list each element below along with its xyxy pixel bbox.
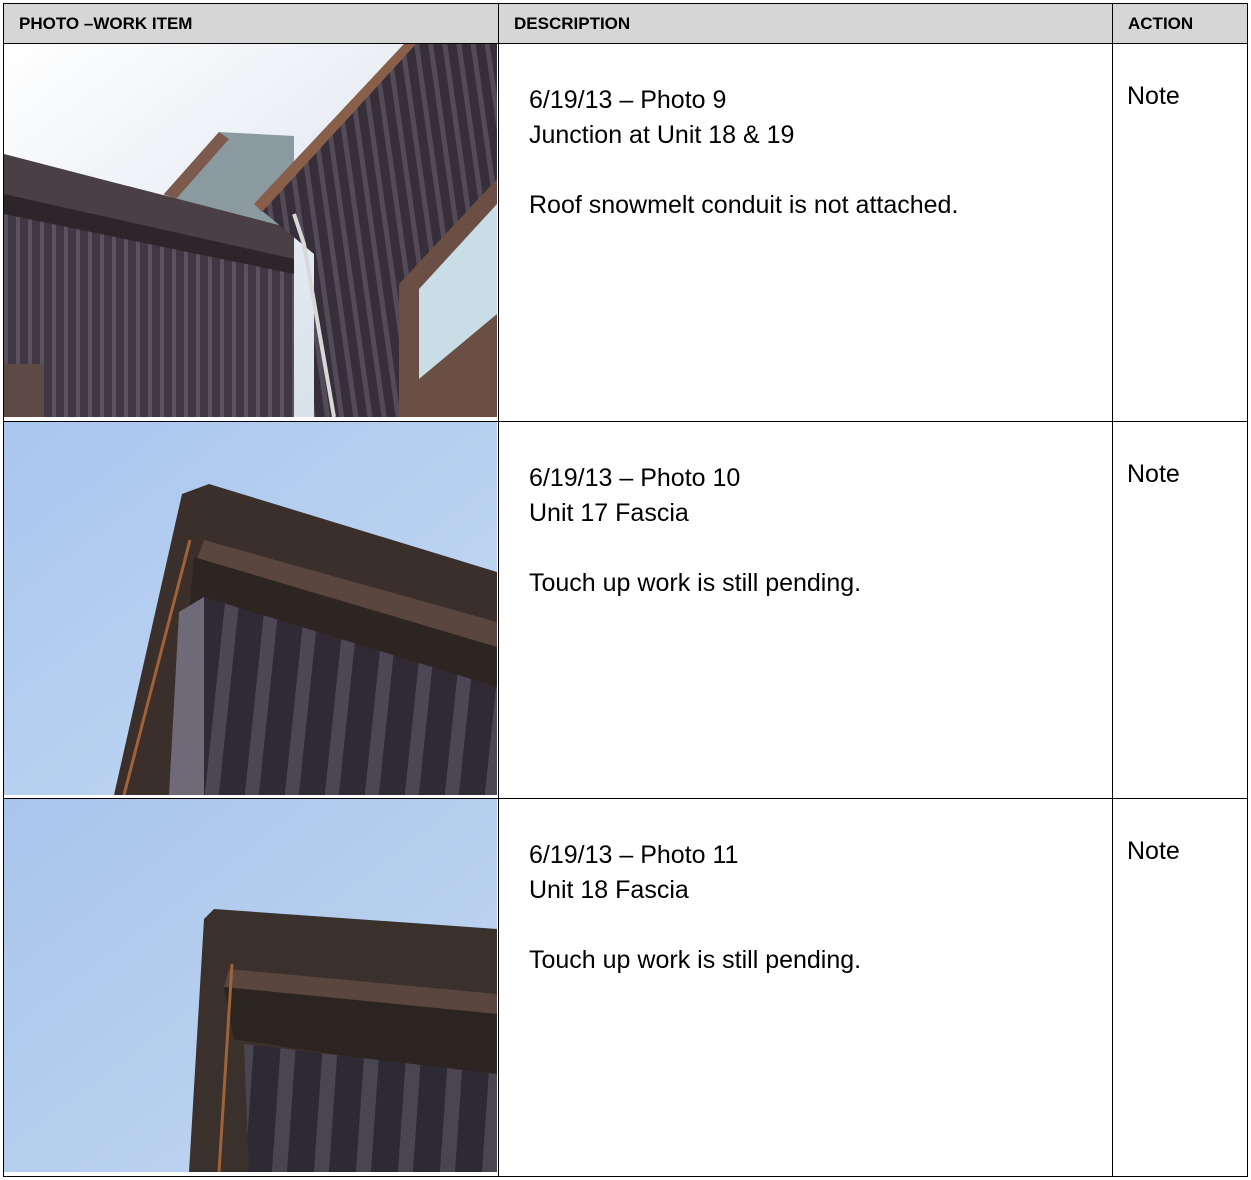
description-cell: 6/19/13 – Photo 10 Unit 17 Fascia Touch … <box>498 420 1113 800</box>
photo-11 <box>3 798 499 1177</box>
action-cell: Note <box>1112 798 1248 1177</box>
photo-10 <box>3 420 499 800</box>
header-action: ACTION <box>1112 2 1248 45</box>
inspection-table: PHOTO –WORK ITEM DESCRIPTION ACTION 6/19… <box>3 2 1248 1177</box>
header-photo: PHOTO –WORK ITEM <box>3 2 499 45</box>
photo-11-image <box>4 799 497 1173</box>
photo-label: 6/19/13 – Photo 10 <box>529 463 741 492</box>
description-cell: 6/19/13 – Photo 9 Junction at Unit 18 & … <box>498 43 1113 422</box>
photo-9-image <box>4 44 497 418</box>
photo-label: 6/19/13 – Photo 11 <box>529 841 739 870</box>
location-label: Junction at Unit 18 & 19 <box>529 121 795 150</box>
note-text: Touch up work is still pending. <box>529 946 862 975</box>
header-description: DESCRIPTION <box>498 2 1113 45</box>
table-row: 6/19/13 – Photo 9 Junction at Unit 18 & … <box>3 43 1248 422</box>
location-label: Unit 17 Fascia <box>529 498 689 527</box>
action-cell: Note <box>1112 43 1248 422</box>
photo-label: 6/19/13 – Photo 9 <box>529 86 727 115</box>
table-row: 6/19/13 – Photo 10 Unit 17 Fascia Touch … <box>3 420 1248 800</box>
photo-9 <box>3 43 499 422</box>
photo-10-image <box>4 422 497 795</box>
action-cell: Note <box>1112 420 1248 800</box>
note-text: Roof snowmelt conduit is not attached. <box>529 191 959 220</box>
note-text: Touch up work is still pending. <box>529 568 862 597</box>
table-row: 6/19/13 – Photo 11 Unit 18 Fascia Touch … <box>3 798 1248 1177</box>
description-cell: 6/19/13 – Photo 11 Unit 18 Fascia Touch … <box>498 798 1113 1177</box>
table-header-row: PHOTO –WORK ITEM DESCRIPTION ACTION <box>3 2 1248 45</box>
location-label: Unit 18 Fascia <box>529 876 689 905</box>
